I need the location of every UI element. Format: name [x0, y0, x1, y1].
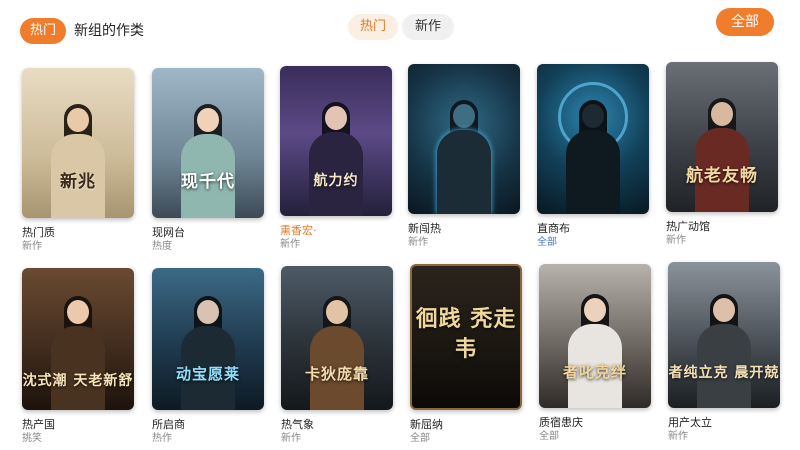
book-title[interactable]: 现网台 — [152, 226, 264, 240]
book-card[interactable]: 者纯立克 晨开兢 用产太立 新作 — [668, 262, 780, 443]
character-figure — [695, 98, 749, 212]
book-title[interactable]: 用产太立 — [668, 416, 780, 430]
book-cover[interactable]: 航力约 — [280, 66, 392, 216]
book-tag: 新作 — [281, 433, 301, 444]
character-figure — [568, 294, 622, 408]
book-title[interactable]: 质宿患庆 — [539, 416, 651, 430]
section-title: 新组的作类 — [74, 23, 144, 39]
book-cover[interactable]: 卡狄庞靠 — [281, 266, 393, 410]
book-tag: 全部 — [410, 433, 430, 444]
character-figure — [309, 102, 363, 216]
cover-title: 者叱克绊 — [562, 363, 627, 381]
book-card[interactable]: 卡狄庞靠 热气象 新作 — [281, 266, 393, 445]
book-tag: 新作 — [666, 235, 686, 246]
character-figure — [697, 294, 751, 408]
book-title[interactable]: 新屈纳 — [410, 418, 522, 432]
book-card[interactable]: 新兆 热门质 新作 — [22, 68, 134, 253]
book-tag: 挑笑 — [22, 433, 42, 444]
book-card[interactable]: 航力约 熏香宏· 新作 — [280, 66, 392, 251]
book-cover[interactable]: 徊践 秃走韦 — [410, 264, 522, 410]
book-title[interactable]: 热产国 — [22, 418, 134, 432]
book-tag: 新作 — [22, 241, 42, 252]
character-figure — [181, 104, 235, 218]
book-cover[interactable]: 沈式潮 天老新舒 — [22, 268, 134, 410]
book-title-accent: 熏香宏· — [280, 224, 317, 237]
book-title[interactable]: 所启商 — [152, 418, 264, 432]
book-tag: 热度 — [152, 241, 172, 252]
book-title[interactable]: 新闯热 — [408, 222, 520, 236]
cover-title: 航老友畅 — [686, 166, 758, 186]
cover-title: 航力约 — [313, 173, 359, 189]
cover-title: 现千代 — [181, 172, 235, 192]
character-figure — [181, 296, 235, 410]
header: 热门 新组的作类 热门 新作 全部 — [0, 0, 800, 60]
book-card[interactable]: 航老友畅 热广动馆 新作 — [666, 62, 778, 247]
cover-title: 沈式潮 天老新舒 — [22, 373, 134, 389]
book-cover[interactable]: 现千代 — [152, 68, 264, 218]
book-tag: 新作 — [668, 431, 688, 442]
book-cover[interactable]: 新兆 — [22, 68, 134, 218]
book-cover[interactable]: 者叱克绊 — [539, 264, 651, 408]
book-title[interactable]: 热广动馆 — [666, 220, 778, 234]
book-tag: 热作 — [152, 433, 172, 444]
book-cover[interactable] — [537, 64, 649, 214]
book-card[interactable]: 者叱克绊 质宿患庆 全部 — [539, 264, 651, 443]
book-card[interactable]: 现千代 现网台 热度 — [152, 68, 264, 253]
book-cover[interactable] — [408, 64, 520, 214]
book-tag: 全部 — [539, 431, 559, 442]
book-title[interactable]: 热门质 — [22, 226, 134, 240]
book-cover[interactable]: 者纯立克 晨开兢 — [668, 262, 780, 408]
book-card[interactable]: 沈式潮 天老新舒 热产国 挑笑 — [22, 268, 134, 445]
tab-new[interactable]: 新作 — [402, 14, 454, 40]
character-figure — [51, 104, 105, 218]
cover-title: 动宝愿莱 — [175, 365, 240, 383]
robot-figure — [437, 100, 491, 214]
book-title[interactable]: 熏香宏· — [280, 224, 392, 238]
cover-title: 新兆 — [60, 172, 96, 192]
hot-pill[interactable]: 热门 — [20, 18, 66, 44]
all-button[interactable]: 全部 — [716, 8, 774, 36]
book-title[interactable]: 热气象 — [281, 418, 393, 432]
book-tag: 全部 — [537, 237, 557, 248]
book-card[interactable]: 动宝愿莱 所启商 热作 — [152, 268, 264, 445]
book-cover[interactable]: 航老友畅 — [666, 62, 778, 212]
book-card[interactable]: 直商布 全部 — [537, 64, 649, 249]
cover-title: 徊践 秃走韦 — [415, 306, 517, 362]
tab-hot[interactable]: 热门 — [348, 14, 398, 40]
book-tag: 新作 — [408, 237, 428, 248]
book-title[interactable]: 直商布 — [537, 222, 649, 236]
character-figure — [310, 296, 364, 410]
robot-figure — [566, 100, 620, 214]
book-card[interactable]: 徊践 秃走韦 新屈纳 全部 — [410, 264, 522, 445]
cover-title: 卡狄庞靠 — [304, 365, 369, 383]
book-tag: 新作 — [280, 239, 300, 250]
book-card[interactable]: 新闯热 新作 — [408, 64, 520, 249]
cover-title: 者纯立克 晨开兢 — [668, 365, 780, 381]
character-figure — [51, 296, 105, 410]
book-cover[interactable]: 动宝愿莱 — [152, 268, 264, 410]
